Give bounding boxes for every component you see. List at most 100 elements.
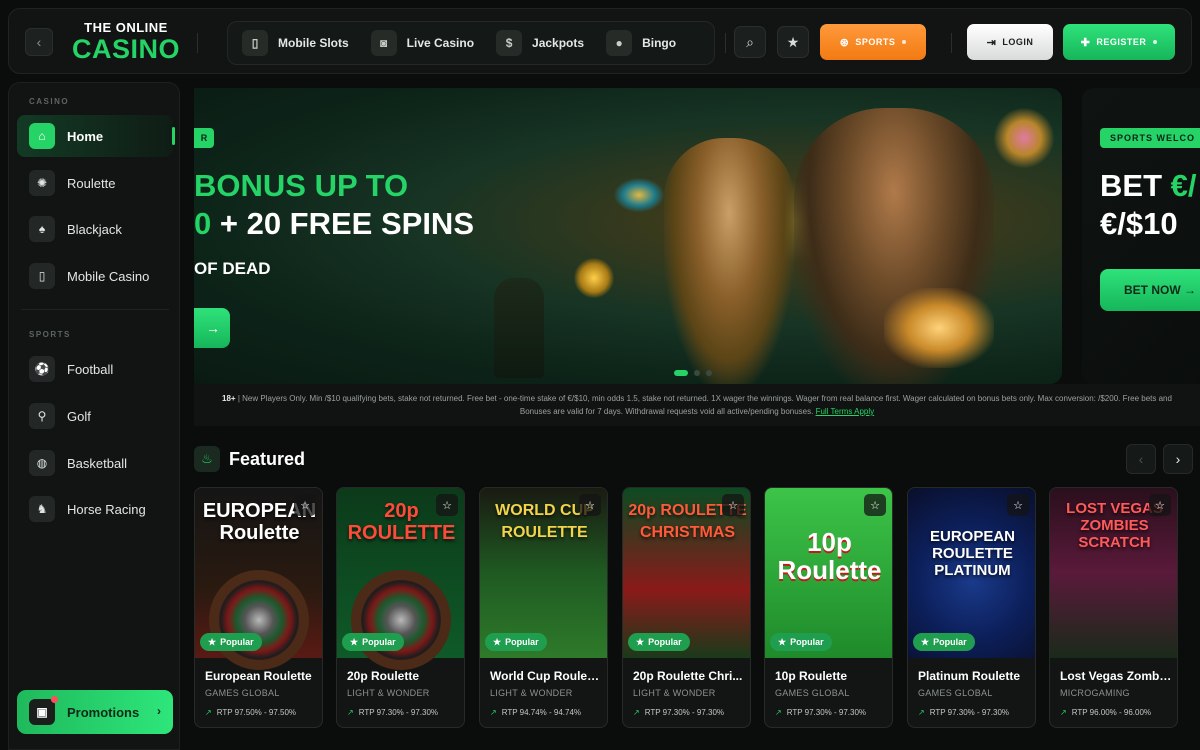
sidebar-item-football[interactable]: ⚽ Football <box>17 348 173 390</box>
popular-label: Popular <box>362 637 396 647</box>
favorite-star-icon[interactable]: ☆ <box>864 494 886 516</box>
search-icon[interactable]: ⌕ <box>734 26 766 58</box>
star-icon: ★ <box>636 636 645 647</box>
sidebar-item-label: Mobile Casino <box>67 268 150 284</box>
sidebar-item-horse-racing[interactable]: ♞ Horse Racing <box>17 488 173 530</box>
fire-icon: ♨ <box>194 446 220 472</box>
carousel-dot[interactable] <box>674 370 688 376</box>
game-provider: LIGHT & WONDER <box>490 688 573 698</box>
favorite-star-icon[interactable]: ☆ <box>1149 494 1171 516</box>
game-card[interactable]: EUROPEAN Roulette ☆ ★ Popular European Ro… <box>194 487 323 728</box>
favorite-star-icon[interactable]: ☆ <box>436 494 458 516</box>
star-icon[interactable]: ★ <box>777 26 809 58</box>
popular-badge: ★ Popular <box>913 633 975 651</box>
sidebar-item-mobile-casino[interactable]: ▯ Mobile Casino <box>17 255 173 297</box>
sidebar-item-label: Horse Racing <box>67 501 146 517</box>
popular-badge: ★ Popular <box>628 633 690 651</box>
game-name: Platinum Roulette <box>918 669 1021 683</box>
sidebar-item-blackjack[interactable]: ♠ Blackjack <box>17 208 173 250</box>
add-user-icon: ✚ <box>1080 36 1091 49</box>
roulette-icon: ✺ <box>29 170 55 196</box>
header-divider <box>725 33 726 53</box>
sports-welcome-tag: SPORTS WELCO <box>1100 128 1200 148</box>
sidebar-divider <box>21 309 169 310</box>
promotions-label: Promotions <box>67 704 140 720</box>
sidebar-item-label: Golf <box>67 408 91 424</box>
game-card[interactable]: LOST VEGAS ZOMBIES SCRATCH ☆ Lost Vegas … <box>1049 487 1178 728</box>
featured-heading: Featured <box>229 449 306 469</box>
camera-icon: ◙ <box>370 30 397 56</box>
hero-cta-button[interactable]: → <box>194 308 230 348</box>
game-card[interactable]: EUROPEAN ROULETTE PLATINUM ☆ ★ Popular Pl… <box>907 487 1036 728</box>
sidebar-item-label: Basketball <box>67 455 127 471</box>
game-rtp: ↗ RTP 94.74% - 94.74% <box>490 708 581 717</box>
popular-badge: ★ Popular <box>200 633 262 651</box>
home-icon: ⌂ <box>29 123 55 149</box>
nav-jackpots[interactable]: $ Jackpots <box>496 30 584 56</box>
chevron-right-icon[interactable]: › <box>1163 444 1193 474</box>
rtp-value: RTP 97.30% - 97.30% <box>786 708 867 717</box>
game-card[interactable]: WORLD CUP ROULETTE ☆ ★ Popular World Cup … <box>479 487 608 728</box>
nav-mobile-slots[interactable]: ▯ Mobile Slots <box>242 30 349 56</box>
sidebar-item-home[interactable]: ⌂ Home <box>17 115 175 157</box>
next-bet-amount: €/ <box>1170 168 1197 203</box>
favorite-star-icon[interactable]: ☆ <box>579 494 601 516</box>
register-button[interactable]: ✚ REGISTER <box>1063 24 1175 60</box>
sidebar-item-label: Blackjack <box>67 221 122 237</box>
favorite-star-icon[interactable]: ☆ <box>294 494 316 516</box>
favorite-star-icon[interactable]: ☆ <box>722 494 744 516</box>
carousel-dot[interactable] <box>706 370 712 376</box>
hero-carousel: R BONUS UP TO 0 + 20 FREE SPINS OF DEAD … <box>194 88 1200 384</box>
game-provider: LIGHT & WONDER <box>347 688 430 698</box>
cards-icon: ♠ <box>29 216 55 242</box>
sidebar-item-label: Home <box>67 128 104 144</box>
bet-now-button[interactable]: BET NOW → <box>1100 269 1200 311</box>
game-name: World Cup Roulett... <box>490 669 602 683</box>
game-name: Lost Vegas Zombi... <box>1060 669 1172 683</box>
carousel-dot[interactable] <box>694 370 700 376</box>
popular-badge: ★ Popular <box>485 633 547 651</box>
favorite-star-icon[interactable]: ☆ <box>1007 494 1029 516</box>
thumbnail-title: EUROPEAN ROULETTE PLATINUM <box>929 528 1015 579</box>
sports-button[interactable]: ⊛ SPORTS <box>820 24 926 60</box>
horse-icon: ♞ <box>29 496 55 522</box>
promo-tag: R <box>194 128 214 148</box>
login-button[interactable]: ⇥ LOGIN <box>967 24 1053 60</box>
age-restriction: 18+ <box>222 394 236 403</box>
register-label: REGISTER <box>1096 37 1147 47</box>
dot-icon <box>902 40 907 44</box>
next-headline-1: BET €/ <box>1100 168 1196 204</box>
sports-heading: SPORTS <box>29 330 71 339</box>
nav-live-casino[interactable]: ◙ Live Casino <box>370 30 474 56</box>
hero-slide[interactable]: R BONUS UP TO 0 + 20 FREE SPINS OF DEAD … <box>194 88 1062 384</box>
golf-icon: ⚲ <box>29 403 55 429</box>
cleopatra-figure <box>664 138 794 384</box>
game-card[interactable]: 10p Roulette ☆ ★ Popular 10p Roulette GAM… <box>764 487 893 728</box>
roulette-wheel <box>209 570 309 670</box>
game-provider: LIGHT & WONDER <box>633 688 716 698</box>
login-icon: ⇥ <box>986 36 997 49</box>
game-card[interactable]: 20p ROULETTE CHRISTMAS ☆ ★ Popular 20p Ro… <box>622 487 751 728</box>
hero-amount: 0 <box>194 206 212 241</box>
next-headline-2: €/$10 <box>1100 206 1178 241</box>
chevron-left-icon[interactable]: ‹ <box>25 28 53 56</box>
promotions-button[interactable]: ▣ Promotions › <box>17 690 173 734</box>
thumbnail-title: 10p Roulette <box>777 527 882 585</box>
top-header: ‹ THE ONLINE CASINO ▯ Mobile Slots ◙ Liv… <box>8 8 1192 74</box>
popular-label: Popular <box>790 637 824 647</box>
sidebar-item-golf[interactable]: ⚲ Golf <box>17 395 173 437</box>
chevron-left-icon[interactable]: ‹ <box>1126 444 1156 474</box>
game-category-nav: ▯ Mobile Slots ◙ Live Casino $ Jackpots … <box>227 21 715 65</box>
game-card[interactable]: 20p ROULETTE ☆ ★ Popular 20p Roulette LIG… <box>336 487 465 728</box>
site-logo[interactable]: THE ONLINE CASINO <box>71 21 181 65</box>
game-rtp: ↗ RTP 97.50% - 97.50% <box>205 708 296 717</box>
hero-headline-1: BONUS UP TO <box>194 168 409 203</box>
nav-bingo[interactable]: ● Bingo <box>606 30 676 56</box>
sidebar-item-roulette[interactable]: ✺ Roulette <box>17 162 173 204</box>
star-icon: ★ <box>778 636 787 647</box>
next-slide[interactable]: SPORTS WELCO BET €/ €/$10 BET NOW → <box>1082 88 1200 384</box>
hero-spins: + 20 FREE SPINS <box>211 206 474 241</box>
rtp-value: RTP 97.30% - 97.30% <box>929 708 1010 717</box>
full-terms-link[interactable]: Full Terms Apply <box>816 407 875 416</box>
sidebar-item-basketball[interactable]: ◍ Basketball <box>17 442 173 484</box>
